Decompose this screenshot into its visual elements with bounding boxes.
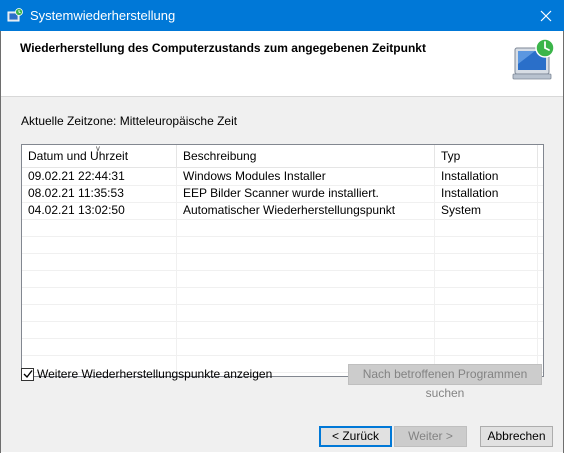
table-row[interactable]: 08.02.21 11:35:53 EEP Bilder Scanner wur… [22,185,543,203]
cell-description: EEP Bilder Scanner wurde installiert. [177,185,435,202]
empty-row [22,253,543,271]
column-header-description[interactable]: Beschreibung [177,145,435,167]
empty-row [22,236,543,254]
cell-type: System [435,202,538,219]
sort-chevron-icon: ∨ [95,144,101,153]
close-icon [540,10,552,21]
wizard-header: Wiederherstellung des Computerzustands z… [1,31,563,97]
empty-row [22,338,543,356]
restore-points-list[interactable]: ∨ Datum und Uhrzeit Beschreibung Typ 09.… [21,144,544,377]
cell-date: 09.02.21 22:44:31 [22,168,177,185]
system-restore-icon [7,8,23,22]
cell-description: Automatischer Wiederherstellungspunkt [177,202,435,219]
column-header-date[interactable]: ∨ Datum und Uhrzeit [22,145,177,167]
column-description-label: Beschreibung [183,149,257,163]
empty-row [22,321,543,339]
empty-row [22,304,543,322]
column-type-label: Typ [441,149,461,163]
table-row[interactable]: 04.02.21 13:02:50 Automatischer Wiederhe… [22,202,543,220]
empty-row [22,219,543,237]
content-area: Aktuelle Zeitzone: Mitteleuropäische Zei… [1,97,563,408]
cell-date: 08.02.21 11:35:53 [22,185,177,202]
scan-affected-programs-button[interactable]: Nach betroffenen Programmen suchen [348,364,542,400]
monitor-restore-icon [512,38,555,80]
more-points-checkbox[interactable] [21,367,34,381]
window-title: Systemwiederherstellung [30,8,176,23]
cell-type: Installation [435,185,538,202]
title-bar: Systemwiederherstellung [0,0,564,31]
column-header-type[interactable]: Typ [435,145,538,167]
timezone-label: Aktuelle Zeitzone: Mitteleuropäische Zei… [21,114,238,128]
next-button[interactable]: Weiter > [394,426,467,447]
wizard-footer: < Zurück Weiter > Abbrechen [1,408,563,452]
more-points-option[interactable]: Weitere Wiederherstellungspunkte anzeige… [21,367,272,381]
cell-date: 04.02.21 13:02:50 [22,202,177,219]
cancel-button[interactable]: Abbrechen [480,426,553,447]
empty-row [22,270,543,288]
back-button[interactable]: < Zurück [319,426,392,447]
more-points-label[interactable]: Weitere Wiederherstellungspunkte anzeige… [37,367,272,381]
cell-type: Installation [435,168,538,185]
cell-description: Windows Modules Installer [177,168,435,185]
table-row[interactable]: 09.02.21 22:44:31 Windows Modules Instal… [22,168,543,186]
check-icon [23,370,33,379]
empty-row [22,287,543,305]
list-header: ∨ Datum und Uhrzeit Beschreibung Typ [22,145,543,168]
close-button[interactable] [528,0,564,31]
column-date-label: Datum und Uhrzeit [28,149,129,163]
header-title: Wiederherstellung des Computerzustands z… [20,41,426,55]
